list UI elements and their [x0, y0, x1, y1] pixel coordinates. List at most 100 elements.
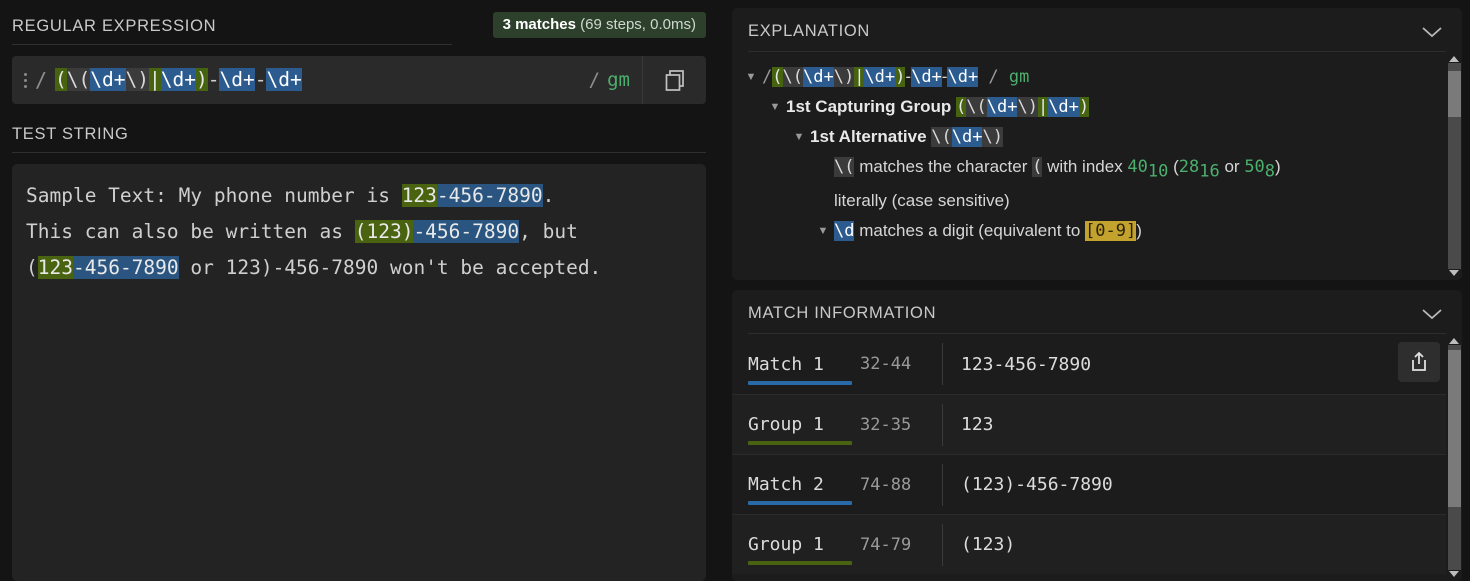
explanation-token: ): [1078, 97, 1090, 117]
scroll-track[interactable]: [1447, 345, 1461, 570]
regex-flags-value[interactable]: gm: [607, 69, 630, 91]
chevron-down-icon[interactable]: [1420, 307, 1444, 321]
match-highlight: 123: [401, 184, 437, 207]
match-value: 123: [942, 403, 1446, 446]
explanation-tree[interactable]: ▼/(\(\d+\)|\d+)-\d+-\d+ / gm ▼ 1st Capturi…: [732, 52, 1446, 280]
explanation-scrollbar[interactable]: [1446, 52, 1462, 280]
explanation-token: \d: [834, 221, 855, 242]
match-range: 74-88: [860, 474, 912, 495]
match-highlight: (123): [354, 220, 414, 243]
scroll-down-icon[interactable]: [1449, 571, 1459, 577]
explanation-token: 1st Alternative: [810, 127, 932, 146]
test-string-section-title: TEST STRING: [12, 124, 129, 143]
test-string-section-header: TEST STRING: [12, 118, 706, 150]
explanation-token: literally (case sensitive): [834, 191, 1010, 211]
test-string-line: (123-456-7890 or 123)-456-7890 won't be …: [26, 250, 692, 286]
explanation-row[interactable]: \( matches the character ( with index 40…: [732, 152, 1446, 186]
match-label-underline: [748, 441, 852, 445]
explanation-token: |: [1037, 97, 1049, 117]
kebab-menu-icon[interactable]: [22, 72, 35, 88]
match-value: (123)-456-7890: [942, 463, 1446, 506]
explanation-row[interactable]: ▼/(\(\d+\)|\d+)-\d+-\d+ / gm: [732, 62, 1446, 92]
match-label: Match 1: [748, 353, 860, 385]
regex-header-divider: [12, 44, 452, 45]
explanation-token: \(: [931, 127, 952, 147]
explanation-token: /: [762, 67, 773, 87]
match-scrollbar[interactable]: [1446, 334, 1462, 581]
explanation-text: 1st Alternative \(\d+\): [810, 124, 1003, 150]
match-label-text: Match 1: [748, 353, 824, 375]
match-label: Group 1: [748, 534, 860, 565]
explanation-token: gm: [1008, 67, 1030, 87]
export-icon: [1412, 351, 1426, 371]
radix-subscript: 10: [1147, 161, 1169, 182]
regex-token: (: [55, 68, 67, 92]
match-label: Match 2: [748, 474, 860, 505]
explanation-header[interactable]: EXPLANATION: [732, 8, 1462, 51]
scroll-thumb[interactable]: [1447, 71, 1461, 117]
match-label-text: Group 1: [748, 534, 824, 555]
regex-pattern[interactable]: (\(\d+\)|\d+)-\d+-\d+: [55, 68, 302, 92]
explanation-token: \d+: [802, 67, 834, 87]
explanation-token: (: [772, 67, 783, 87]
match-row[interactable]: Group 1 74-79 (123): [732, 514, 1446, 574]
explanation-token: ): [1275, 157, 1281, 176]
match-label: Group 1: [748, 414, 860, 445]
match-value: (123): [942, 523, 1446, 566]
explanation-token: 28: [1178, 157, 1200, 177]
test-string-editor[interactable]: Sample Text: My phone number is 123-456-…: [12, 164, 706, 581]
match-value: 123-456-7890: [942, 343, 1446, 385]
match-row[interactable]: Match 1 32-44 123-456-7890: [732, 334, 1446, 394]
chevron-down-icon[interactable]: [1420, 25, 1444, 39]
test-string-line: Sample Text: My phone number is 123-456-…: [26, 178, 692, 214]
regex-close-delimiter: /: [588, 69, 601, 91]
explanation-token: \d+: [947, 67, 979, 87]
match-highlight: -456-7890: [72, 256, 179, 279]
scroll-up-icon[interactable]: [1449, 56, 1459, 62]
explanation-text: literally (case sensitive): [834, 188, 1010, 214]
regex-input-field[interactable]: / (\(\d+\)|\d+)-\d+-\d+: [12, 56, 583, 104]
match-rows-list[interactable]: Match 1 32-44 123-456-7890 Group 1 32-35 123 M…: [732, 334, 1446, 581]
match-label-underline: [748, 561, 852, 565]
explanation-token: \(: [834, 157, 855, 177]
match-steps: (69 steps, 0.0ms): [580, 15, 696, 33]
match-information-header[interactable]: MATCH INFORMATION: [732, 290, 1462, 333]
explanation-token: matches a digit (equivalent to: [854, 221, 1086, 241]
explanation-row[interactable]: ▼ \d matches a digit (equivalent to [0-9]…: [732, 216, 1446, 246]
explanation-token: [0-9]: [1085, 221, 1137, 242]
regex-flags[interactable]: / gm: [583, 56, 642, 104]
tree-twisty-icon[interactable]: ▼: [812, 218, 834, 244]
test-header-divider: [12, 152, 706, 153]
explanation-token: \d+: [864, 67, 896, 87]
regex-tester-app: REGULAR EXPRESSION 3 matches (69 steps, …: [0, 0, 1470, 581]
scroll-thumb[interactable]: [1447, 349, 1461, 507]
explanation-row[interactable]: ▼ 1st Alternative \(\d+\): [732, 122, 1446, 152]
tree-twisty-icon[interactable]: ▼: [740, 64, 762, 90]
scroll-down-icon[interactable]: [1449, 270, 1459, 276]
match-row[interactable]: Match 2 74-88 (123)-456-7890: [732, 454, 1446, 514]
regex-token: \d+: [160, 68, 196, 92]
regex-token: \(: [66, 68, 91, 92]
tree-twisty-icon[interactable]: ▼: [788, 124, 810, 150]
explanation-token: (: [1032, 157, 1043, 177]
scroll-track[interactable]: [1447, 63, 1461, 269]
export-matches-button[interactable]: [1398, 342, 1440, 382]
regex-token: \d+: [219, 68, 255, 92]
left-column: REGULAR EXPRESSION 3 matches (69 steps, …: [0, 0, 718, 581]
explanation-token: \): [833, 67, 855, 87]
match-row[interactable]: Group 1 32-35 123: [732, 394, 1446, 454]
explanation-row[interactable]: ▼ 1st Capturing Group (\(\d+\)|\d+): [732, 92, 1446, 122]
regex-token: ): [195, 68, 208, 92]
test-text: , but: [519, 220, 578, 243]
regex-token: \): [125, 68, 149, 92]
regex-input-box[interactable]: / (\(\d+\)|\d+)-\d+-\d+ / gm: [12, 56, 706, 104]
tree-twisty-icon[interactable]: ▼: [764, 94, 786, 120]
copy-regex-button[interactable]: [642, 56, 706, 104]
explanation-token: /: [978, 67, 1009, 87]
explanation-row[interactable]: literally (case sensitive): [732, 186, 1446, 216]
scroll-up-icon[interactable]: [1449, 338, 1459, 344]
match-information-panel: MATCH INFORMATION Match 1 32-44 123-456-78…: [732, 290, 1462, 581]
match-label-underline: [748, 501, 852, 505]
explanation-token: with index: [1042, 157, 1128, 176]
explanation-token: (: [956, 97, 967, 117]
